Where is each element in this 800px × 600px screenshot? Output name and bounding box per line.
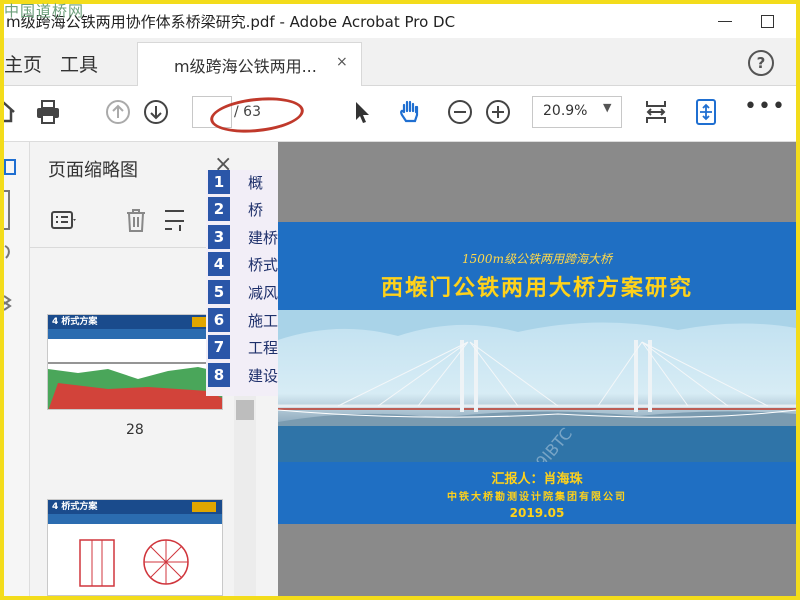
- title-bar: m级跨海公铁两用协作体系桥梁研究.pdf - Adobe Acrobat Pro…: [4, 4, 796, 38]
- menu-item-number: 3: [208, 225, 230, 249]
- slide-presenter: 汇报人：肖海珠: [491, 472, 583, 487]
- print-icon[interactable]: [34, 98, 62, 126]
- layers-icon[interactable]: [3, 292, 26, 314]
- rotate-page-icon[interactable]: [162, 206, 190, 234]
- slide-title: 西堠门公铁两用大桥方案研究: [380, 276, 693, 301]
- options-menu-icon[interactable]: [50, 206, 78, 234]
- menu-item-number: 2: [208, 197, 230, 221]
- bridge-photo: 2019IBTC: [278, 310, 796, 495]
- bridge-illustration: [278, 310, 796, 462]
- tab-bar: 主页 工具 m级跨海公铁两用... × ?: [4, 38, 796, 87]
- zoom-out-icon[interactable]: [446, 98, 474, 126]
- zoom-select[interactable]: 20.9% ▼: [532, 96, 622, 128]
- slide-footer: 汇报人：肖海珠 中铁大桥勘测设计院集团有限公司 2019.05: [278, 462, 796, 524]
- menu-item-number: 1: [208, 170, 230, 194]
- page-total: / 63: [234, 104, 261, 120]
- zoom-value: 20.9%: [543, 103, 588, 119]
- attachment-icon[interactable]: [4, 242, 26, 264]
- menu-item-number: 7: [208, 335, 230, 359]
- page-thumbnails-icon[interactable]: [4, 156, 26, 178]
- hand-icon[interactable]: [396, 98, 424, 126]
- page-number-input[interactable]: [192, 96, 232, 128]
- thumbnail-subbar: [48, 514, 222, 524]
- tab-home[interactable]: 主页: [4, 50, 42, 77]
- delete-icon[interactable]: [122, 206, 150, 234]
- thumbnail-page-number: 28: [126, 422, 144, 438]
- slide-subtitle: 1500m级公铁两用跨海大桥: [462, 252, 612, 266]
- scrollbar-thumb[interactable]: [236, 400, 254, 420]
- chevron-down-icon: ▼: [603, 101, 612, 114]
- home-icon[interactable]: [0, 98, 18, 126]
- slide-date: 2019.05: [509, 506, 565, 520]
- page-thumbnail[interactable]: 4 桥式方案: [47, 499, 223, 596]
- bookmarks-icon[interactable]: [4, 190, 10, 230]
- select-arrow-icon[interactable]: [348, 98, 376, 126]
- menu-item-number: 4: [208, 252, 230, 276]
- page-thumbnail[interactable]: 4 桥式方案: [47, 314, 223, 410]
- slide-header: 1500m级公铁两用跨海大桥 西堠门公铁两用大桥方案研究: [278, 222, 796, 310]
- zoom-in-icon[interactable]: [484, 98, 512, 126]
- minimize-icon[interactable]: [714, 10, 736, 32]
- toolbar: / 63 20.9% ▼ •••: [0, 86, 796, 142]
- prev-page-icon[interactable]: [104, 98, 132, 126]
- fit-page-icon[interactable]: [642, 98, 670, 126]
- pdf-slide: 1500m级公铁两用跨海大桥 西堠门公铁两用大桥方案研究 2019IBTC 汇报…: [278, 222, 796, 524]
- maximize-icon[interactable]: [756, 10, 778, 32]
- tab-document-label: m级跨海公铁两用...: [174, 57, 317, 76]
- tab-document[interactable]: m级跨海公铁两用... ×: [137, 42, 362, 87]
- site-watermark: 中国道桥网: [4, 2, 85, 20]
- next-page-icon[interactable]: [142, 98, 170, 126]
- menu-item-number: 8: [208, 363, 230, 387]
- left-nav-rail: [3, 142, 30, 596]
- thumbnail-diagram: [79, 539, 189, 587]
- thumbnail-logo: [192, 502, 216, 512]
- thumbnail-profile-chart: [48, 362, 222, 409]
- fit-width-icon[interactable]: [692, 98, 720, 126]
- tab-tools[interactable]: 工具: [60, 50, 98, 77]
- panel-title: 页面缩略图: [48, 160, 138, 181]
- help-icon[interactable]: ?: [748, 50, 774, 76]
- more-icon[interactable]: •••: [744, 94, 786, 119]
- menu-item-number: 5: [208, 280, 230, 304]
- close-tab-icon[interactable]: ×: [336, 54, 348, 70]
- menu-item-number: 6: [208, 308, 230, 332]
- thumbnail-heading: 4 桥式方案: [52, 317, 98, 327]
- slide-organization: 中铁大桥勘测设计院集团有限公司: [447, 492, 627, 503]
- thumbnail-subbar: [48, 329, 222, 339]
- thumbnail-heading: 4 桥式方案: [52, 502, 98, 512]
